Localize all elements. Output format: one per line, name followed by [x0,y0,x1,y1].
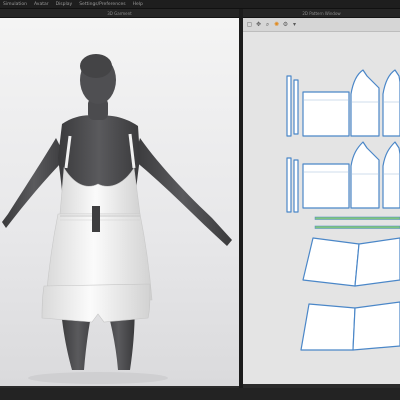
zoom-icon[interactable]: ⌕ [264,21,271,28]
pattern-front-right-bottom [382,141,400,209]
sun-icon[interactable]: ✺ [273,21,280,28]
menu-settings[interactable]: Settings/Preferences [79,2,125,7]
pattern-back-top [302,91,350,137]
pattern-shorts-front-left [302,237,360,287]
pattern-2d-viewport[interactable] [243,32,400,384]
front-slit [92,206,100,232]
pattern-front-left-bottom [350,141,380,209]
pattern-back-bottom [302,163,350,209]
pattern-strap-1 [286,75,292,137]
pattern-waistband-1 [314,216,400,220]
avatar-left-arm [2,138,66,228]
menu-help[interactable]: Help [133,2,143,7]
pattern-front-right-top [382,69,400,137]
garment-window-titlebar: 3D Garment [0,9,239,18]
pattern-window-titlebar: 2D Pattern Window [243,9,400,18]
avatar-scene [2,54,232,384]
select-icon[interactable]: ▢ [246,21,253,28]
pattern-shorts-back-left [300,303,356,351]
pattern-canvas [286,69,400,351]
pattern-shorts-front-right [354,237,400,287]
arrow-icon[interactable]: ▾ [291,21,298,28]
pattern-toolbar: ▢ ✥ ⌕ ✺ ⚙ ▾ [243,18,400,32]
menu-simulation[interactable]: Simulation [3,2,27,7]
pattern-strap-3 [286,157,292,213]
pattern-front-left-top [350,69,380,137]
gear-icon[interactable]: ⚙ [282,21,289,28]
status-bar [0,388,400,400]
garment-window-title: 3D Garment [107,10,132,16]
avatar-right-arm [134,138,232,246]
pattern-strap-2 [293,79,299,135]
floor-shadow [28,372,168,384]
pattern-shorts-back-right [352,301,400,351]
transform-icon[interactable]: ✥ [255,21,262,28]
garment-3d-viewport[interactable] [0,18,239,386]
shorts [41,283,151,323]
menu-display[interactable]: Display [56,2,73,7]
pattern-strap-4 [293,159,299,213]
pattern-waistband-2 [314,225,400,229]
menu-bar: Simulation Avatar Display Settings/Prefe… [0,0,400,9]
pattern-window-title: 2D Pattern Window [302,10,341,16]
menu-avatar[interactable]: Avatar [34,2,49,7]
